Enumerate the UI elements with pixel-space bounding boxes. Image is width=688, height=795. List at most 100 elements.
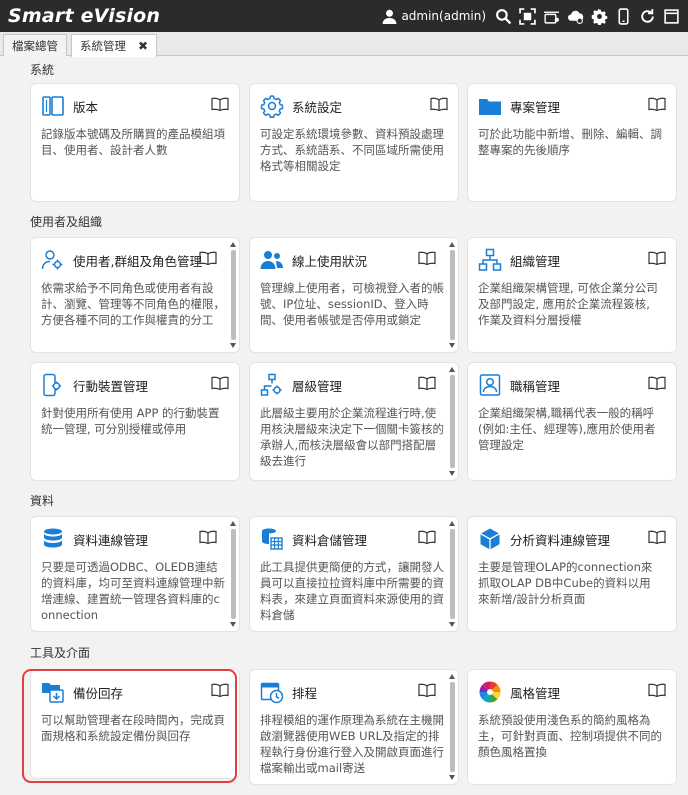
card-description: 企業組織架構管理, 可依企業分公司及部門設定, 應用於企業流程簽核, 作業及資料… — [478, 281, 658, 327]
users-settings-icon — [41, 248, 65, 272]
card-job-titles[interactable]: 職稱管理 企業組織架構,職稱代表一般的稱呼(例如:主任、經理等),應用於使用者管… — [467, 362, 677, 481]
tab-file-explorer[interactable]: 檔案總管 — [3, 34, 67, 56]
card-scrollbar[interactable] — [229, 521, 237, 627]
manual-icon[interactable] — [211, 96, 229, 112]
card-organization[interactable]: 組織管理 企業組織架構管理, 可依企業分公司及部門設定, 應用於企業流程簽核, … — [467, 237, 677, 353]
window-icon[interactable] — [662, 7, 680, 25]
screen-capture-icon[interactable] — [518, 7, 536, 25]
tab-bar: 檔案總管 系統管理 ✖ — [0, 32, 688, 57]
section-title-tools: 工具及介面 — [30, 646, 91, 660]
cloud-sync-icon[interactable] — [566, 7, 584, 25]
card-title: 系統設定 — [292, 99, 343, 115]
section-title-data: 資料 — [30, 494, 55, 508]
data-warehouse-icon — [260, 527, 284, 551]
card-data-warehouse[interactable]: 資料倉儲管理 此工具提供更簡便的方式，讓開發人員可以直接拉拉資料庫中所需要的資料… — [249, 516, 459, 632]
search-icon[interactable] — [494, 7, 512, 25]
line-icon[interactable] — [542, 7, 560, 25]
manual-icon[interactable] — [418, 375, 436, 391]
card-title: 專案管理 — [510, 99, 561, 115]
card-scrollbar[interactable] — [229, 242, 237, 348]
card-mobile-devices[interactable]: 行動裝置管理 針對使用所有使用 APP 的行動裝置統一管理, 可分別授權或停用 — [30, 362, 240, 481]
card-title: 線上使用狀況 — [292, 253, 368, 269]
card-schedule[interactable]: 排程 排程模組的運作原理為系統在主機開啟瀏覽器使用WEB URL及指定的排程執行… — [249, 669, 459, 785]
card-online-usage[interactable]: 線上使用狀況 管理線上使用者，可檢視登入者的帳號、IP位址、sessionID、… — [249, 237, 459, 353]
card-scrollbar[interactable] — [448, 242, 456, 348]
manual-icon[interactable] — [648, 96, 666, 112]
online-users-icon — [260, 248, 284, 272]
manual-icon[interactable] — [199, 250, 217, 266]
highlight-annotation — [22, 669, 237, 783]
book-panels-icon — [41, 94, 65, 118]
card-description: 依需求給予不同角色或使用者有設計、瀏覽、管理等不同角色的權限，方便各種不同的工作… — [41, 281, 225, 327]
hierarchy-settings-icon — [260, 373, 284, 397]
card-title: 使用者,群組及角色管理 — [73, 253, 202, 269]
card-users-groups-roles[interactable]: 使用者,群組及角色管理 依需求給予不同角色或使用者有設計、瀏覽、管理等不同角色的… — [30, 237, 240, 353]
section-title-system: 系統 — [30, 63, 55, 77]
manual-icon[interactable] — [418, 682, 436, 698]
database-icon — [41, 527, 65, 551]
user-icon — [380, 7, 398, 25]
card-description: 針對使用所有使用 APP 的行動裝置統一管理, 可分別授權或停用 — [41, 406, 220, 436]
card-olap-connections[interactable]: 分析資料連線管理 主要是管理OLAP的connection來抓取OLAP DB中… — [467, 516, 677, 632]
card-style-management[interactable]: 風格管理 系統預設使用淺色系的簡約風格為主，可針對頁面、控制項提供不同的顏色風格… — [467, 669, 677, 785]
org-chart-icon — [478, 248, 502, 272]
app-title: Smart eVision — [8, 5, 161, 27]
card-title: 分析資料連線管理 — [510, 532, 611, 548]
card-description: 管理線上使用者，可檢視登入者的帳號、IP位址、sessionID、登入時間、使用… — [260, 281, 444, 327]
card-data-connections[interactable]: 資料連線管理 只要是可透過ODBC、OLEDB連結的資料庫，均可至資料連線管理中… — [30, 516, 240, 632]
card-title: 組織管理 — [510, 253, 561, 269]
tab-label: 系統管理 — [80, 39, 126, 53]
manual-icon[interactable] — [211, 375, 229, 391]
user-name: admin(admin) — [401, 9, 486, 23]
card-title: 資料連線管理 — [73, 532, 149, 548]
gear-icon[interactable] — [590, 7, 608, 25]
manual-icon[interactable] — [199, 529, 217, 545]
tab-system-management[interactable]: 系統管理 ✖ — [71, 34, 158, 57]
card-title: 層級管理 — [292, 378, 343, 394]
refresh-icon[interactable] — [638, 7, 656, 25]
calendar-clock-icon — [260, 680, 284, 704]
card-scrollbar[interactable] — [448, 674, 456, 780]
manual-icon[interactable] — [418, 250, 436, 266]
manual-icon[interactable] — [648, 529, 666, 545]
card-title: 版本 — [73, 99, 99, 115]
mobile-icon[interactable] — [614, 7, 632, 25]
card-description: 可於此功能中新增、刪除、編輯、調整專案的先後順序 — [478, 127, 662, 157]
card-title: 風格管理 — [510, 685, 561, 701]
top-bar: Smart eVision admin(admin) — [0, 0, 688, 32]
manual-icon[interactable] — [418, 529, 436, 545]
folder-icon — [478, 94, 502, 118]
card-level-management[interactable]: 層級管理 此層級主要用於企業流程進行時,使用核決層級來決定下一個關卡簽核的承辦人… — [249, 362, 459, 481]
system-management-panel: 系統 使用者及組織 資料 工具及介面 版本 記錄版本號碼及所購買的產品模組項目、… — [0, 57, 688, 795]
card-title: 排程 — [292, 685, 318, 701]
card-description: 此工具提供更簡便的方式，讓開發人員可以直接拉拉資料庫中所需要的資料表，來建立頁面… — [260, 560, 444, 622]
card-description: 排程模組的運作原理為系統在主機開啟瀏覽器使用WEB URL及指定的排程執行身份進… — [260, 713, 444, 775]
manual-icon[interactable] — [648, 682, 666, 698]
top-toolbar: admin(admin) — [380, 7, 680, 25]
card-title: 行動裝置管理 — [73, 378, 149, 394]
card-version[interactable]: 版本 記錄版本號碼及所購買的產品模組項目、使用者、設計者人數 — [30, 83, 240, 202]
user-menu[interactable]: admin(admin) — [380, 7, 486, 25]
section-title-users: 使用者及組織 — [30, 215, 103, 229]
card-description: 系統預設使用淺色系的簡約風格為主，可針對頁面、控制項提供不同的顏色風格置換 — [478, 713, 662, 759]
close-icon[interactable]: ✖ — [138, 39, 148, 53]
gear-icon — [260, 94, 284, 118]
manual-icon[interactable] — [648, 250, 666, 266]
color-palette-icon — [478, 680, 502, 704]
card-description: 可設定系統環境參數、資料預設處理方式、系統語系、不同區域所需使用格式等相關設定 — [260, 127, 444, 173]
manual-icon[interactable] — [648, 375, 666, 391]
card-system-settings[interactable]: 系統設定 可設定系統環境參數、資料預設處理方式、系統語系、不同區域所需使用格式等… — [249, 83, 459, 202]
card-title: 資料倉儲管理 — [292, 532, 368, 548]
cube-icon — [478, 527, 502, 551]
tab-label: 檔案總管 — [12, 38, 58, 53]
card-scrollbar[interactable] — [448, 521, 456, 627]
card-description: 企業組織架構,職稱代表一般的稱呼(例如:主任、經理等),應用於使用者管理設定 — [478, 406, 656, 452]
card-project-management[interactable]: 專案管理 可於此功能中新增、刪除、編輯、調整專案的先後順序 — [467, 83, 677, 202]
card-description: 主要是管理OLAP的connection來抓取OLAP DB中Cube的資料以用… — [478, 560, 653, 606]
manual-icon[interactable] — [430, 96, 448, 112]
id-badge-icon — [478, 373, 502, 397]
card-description: 此層級主要用於企業流程進行時,使用核決層級來決定下一個關卡簽核的承辦人,而核決層… — [260, 406, 444, 468]
card-description: 記錄版本號碼及所購買的產品模組項目、使用者、設計者人數 — [41, 127, 225, 157]
card-scrollbar[interactable] — [448, 367, 456, 476]
card-description: 只要是可透過ODBC、OLEDB連結的資料庫，均可至資料連線管理中新增連線、建置… — [41, 560, 225, 622]
